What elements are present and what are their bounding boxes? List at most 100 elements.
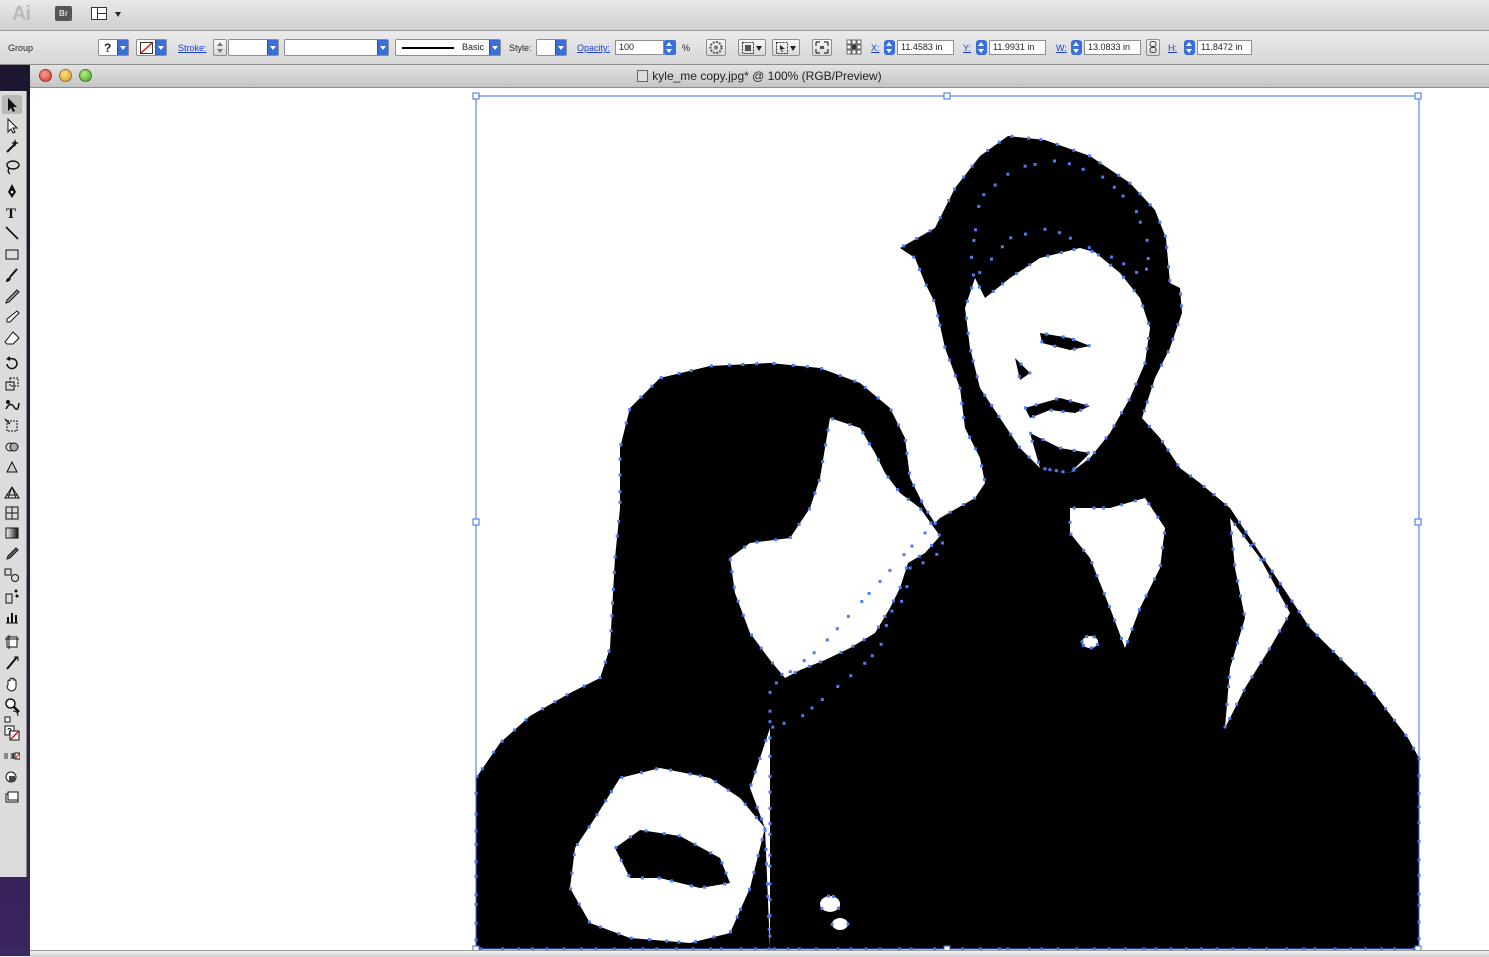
screen-mode-button[interactable]: [2, 788, 22, 807]
traced-artwork-group[interactable]: [30, 88, 1489, 956]
anchor-point: [991, 289, 995, 293]
lasso-tool[interactable]: [2, 157, 22, 176]
stroke-weight-stepper[interactable]: [213, 39, 227, 56]
anchor-point: [846, 614, 850, 618]
opacity-panel-link[interactable]: Opacity:: [577, 43, 610, 53]
anchor-point: [710, 364, 713, 368]
transform-panel-button[interactable]: [812, 39, 832, 56]
anchor-point: [619, 858, 623, 862]
anchor-point: [1067, 162, 1071, 166]
shape-builder-tool[interactable]: [2, 437, 22, 456]
anchor-point: [1148, 424, 1151, 428]
direct-selection-tool[interactable]: [2, 116, 22, 135]
anchor-point: [614, 845, 618, 849]
blob-brush-tool[interactable]: [2, 307, 22, 326]
anchor-point: [990, 404, 994, 407]
width-stepper[interactable]: [1071, 40, 1082, 55]
scale-tool[interactable]: [2, 374, 22, 393]
free-transform-tool[interactable]: [2, 416, 22, 435]
anchor-point: [1069, 532, 1073, 536]
pencil-tool[interactable]: [2, 286, 22, 305]
anchor-point: [1081, 643, 1085, 647]
anchor-point: [587, 825, 591, 829]
column-graph-tool[interactable]: [2, 607, 22, 626]
constrain-proportions-button[interactable]: [1146, 39, 1160, 56]
fill-stroke-swatches[interactable]: ?: [2, 723, 22, 742]
variable-width-profile-dropdown[interactable]: [284, 39, 389, 56]
x-stepper[interactable]: [884, 40, 895, 55]
reference-point-icon: [846, 39, 862, 55]
magic-wand-tool[interactable]: [2, 136, 22, 155]
artboard-canvas[interactable]: [30, 88, 1489, 956]
anchor-point: [930, 543, 934, 547]
anchor-point: [1110, 255, 1113, 259]
gradient-tool[interactable]: [2, 523, 22, 542]
blend-tool[interactable]: [2, 565, 22, 584]
symbol-sprayer-tool[interactable]: [2, 586, 22, 605]
height-label[interactable]: H:: [1168, 43, 1177, 53]
anchor-point: [1331, 649, 1335, 653]
bridge-button[interactable]: Br: [55, 6, 72, 21]
anchor-point: [986, 149, 990, 152]
document-title-bar[interactable]: kyle_me copy.jpg* @ 100% (RGB/Preview): [30, 65, 1489, 88]
brush-definition-dropdown[interactable]: Basic: [395, 39, 501, 56]
stroke-panel-link[interactable]: Stroke:: [178, 43, 207, 53]
width-input[interactable]: 13.0833 in: [1084, 40, 1141, 55]
anchor-point: [1053, 344, 1057, 348]
rotate-tool[interactable]: [2, 353, 22, 372]
hand-tool[interactable]: [2, 674, 22, 693]
chevron-down-icon: [155, 40, 166, 55]
anchor-point: [807, 664, 811, 668]
perspective-grid-tool[interactable]: [2, 482, 22, 501]
slice-tool[interactable]: [2, 653, 22, 672]
anchor-point: [1252, 542, 1256, 546]
type-tool[interactable]: T: [2, 202, 22, 221]
isolate-group-button[interactable]: [772, 39, 800, 56]
x-label[interactable]: X:: [871, 43, 880, 53]
anchor-point: [1053, 159, 1056, 163]
swap-fill-stroke-icon: [4, 710, 19, 722]
pen-tool[interactable]: [2, 181, 22, 200]
rectangle-tool[interactable]: [2, 244, 22, 263]
stroke-color-dropdown[interactable]: [136, 39, 167, 56]
stroke-weight-field[interactable]: [228, 39, 279, 56]
opacity-input[interactable]: 100: [615, 40, 664, 55]
eraser-tool[interactable]: [2, 328, 22, 347]
artboard-tool[interactable]: [2, 632, 22, 651]
graphic-style-dropdown[interactable]: [536, 39, 567, 56]
anchor-point: [817, 479, 821, 482]
anchor-point: [1024, 406, 1027, 410]
screen-mode-icon: [5, 791, 19, 802]
paintbrush-tool[interactable]: [2, 265, 22, 284]
anchor-point: [772, 361, 776, 365]
live-paint-tool[interactable]: [2, 457, 22, 476]
anchor-point: [780, 672, 784, 676]
height-input[interactable]: 11.8472 in: [1197, 40, 1252, 55]
color-mode-buttons[interactable]: [2, 746, 22, 765]
eyedropper-tool[interactable]: [2, 544, 22, 563]
anchor-point: [912, 483, 916, 487]
draw-mode-button[interactable]: [2, 767, 22, 786]
anchor-point: [827, 894, 831, 898]
mesh-tool[interactable]: [2, 503, 22, 522]
y-stepper[interactable]: [976, 40, 987, 55]
arrange-documents-button[interactable]: [91, 6, 125, 22]
width-label[interactable]: W:: [1056, 43, 1067, 53]
reference-point-button[interactable]: [845, 39, 865, 56]
lasso-icon: [6, 159, 20, 175]
line-segment-tool[interactable]: [2, 223, 22, 242]
fill-color-dropdown[interactable]: ?: [98, 39, 129, 56]
align-to-selection-button[interactable]: [738, 39, 766, 56]
warp-tool[interactable]: [2, 395, 22, 414]
height-stepper[interactable]: [1184, 40, 1195, 55]
y-input[interactable]: 11.9931 in: [989, 40, 1046, 55]
anchor-point: [912, 255, 916, 259]
selection-tool[interactable]: [2, 95, 22, 114]
recolor-artwork-button[interactable]: [706, 39, 726, 56]
anchor-point: [826, 428, 830, 432]
anchor-point: [712, 935, 716, 939]
opacity-slider-button[interactable]: [664, 40, 676, 55]
anchor-point: [839, 650, 843, 654]
x-input[interactable]: 11.4583 in: [897, 40, 954, 55]
y-label[interactable]: Y:: [963, 43, 971, 53]
